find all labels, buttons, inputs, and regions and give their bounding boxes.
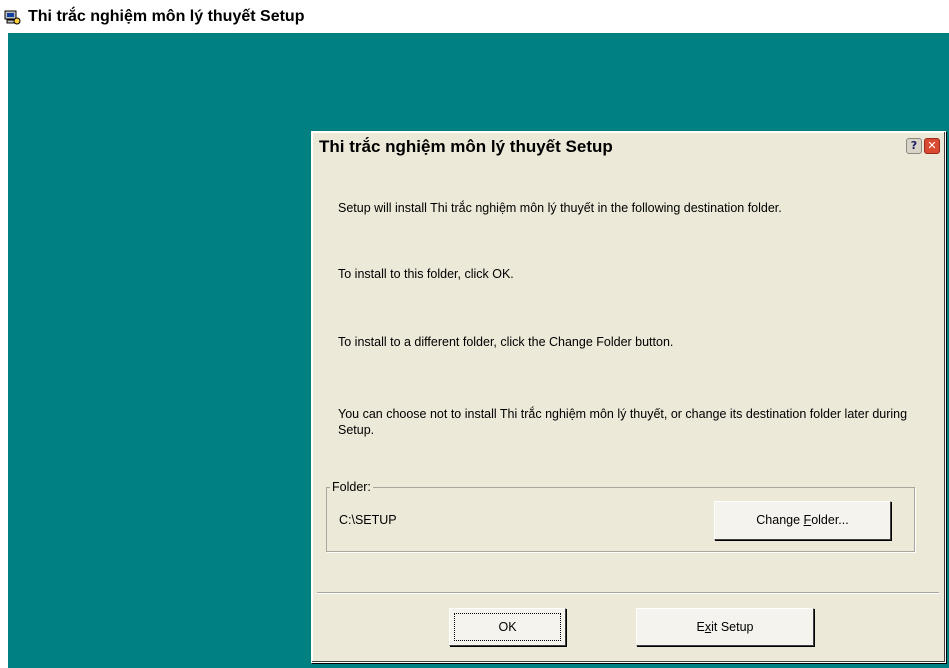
message-click-ok: To install to this folder, click OK. (338, 267, 514, 281)
dialog-title: Thi trắc nghiệm môn lý thuyết Setup (319, 137, 613, 156)
close-icon[interactable]: ✕ (924, 138, 940, 154)
message-choose-not-install: You can choose not to install Thi trắc n… (338, 407, 908, 437)
separator (317, 592, 939, 594)
setup-computer-icon (4, 10, 21, 25)
folder-label: Folder: (330, 480, 373, 494)
dialog-titlebar[interactable]: Thi trắc nghiệm môn lý thuyết Setup ? ✕ (315, 135, 942, 159)
ok-button[interactable]: OK (449, 608, 566, 646)
focus-rect (454, 613, 561, 641)
message-change-folder: To install to a different folder, click … (338, 335, 674, 349)
folder-path: C:\SETUP (339, 513, 397, 527)
change-folder-button[interactable]: Change Folder... (714, 501, 891, 540)
exit-setup-button[interactable]: Exit Setup (636, 608, 814, 646)
help-icon[interactable]: ? (906, 138, 922, 154)
message-destination: Setup will install Thi trắc nghiệm môn l… (338, 201, 782, 215)
outer-window-titlebar: Thi trắc nghiệm môn lý thuyết Setup (0, 0, 949, 33)
outer-window-title: Thi trắc nghiệm môn lý thuyết Setup (28, 8, 305, 25)
setup-dialog: Thi trắc nghiệm môn lý thuyết Setup ? ✕ … (311, 131, 946, 663)
